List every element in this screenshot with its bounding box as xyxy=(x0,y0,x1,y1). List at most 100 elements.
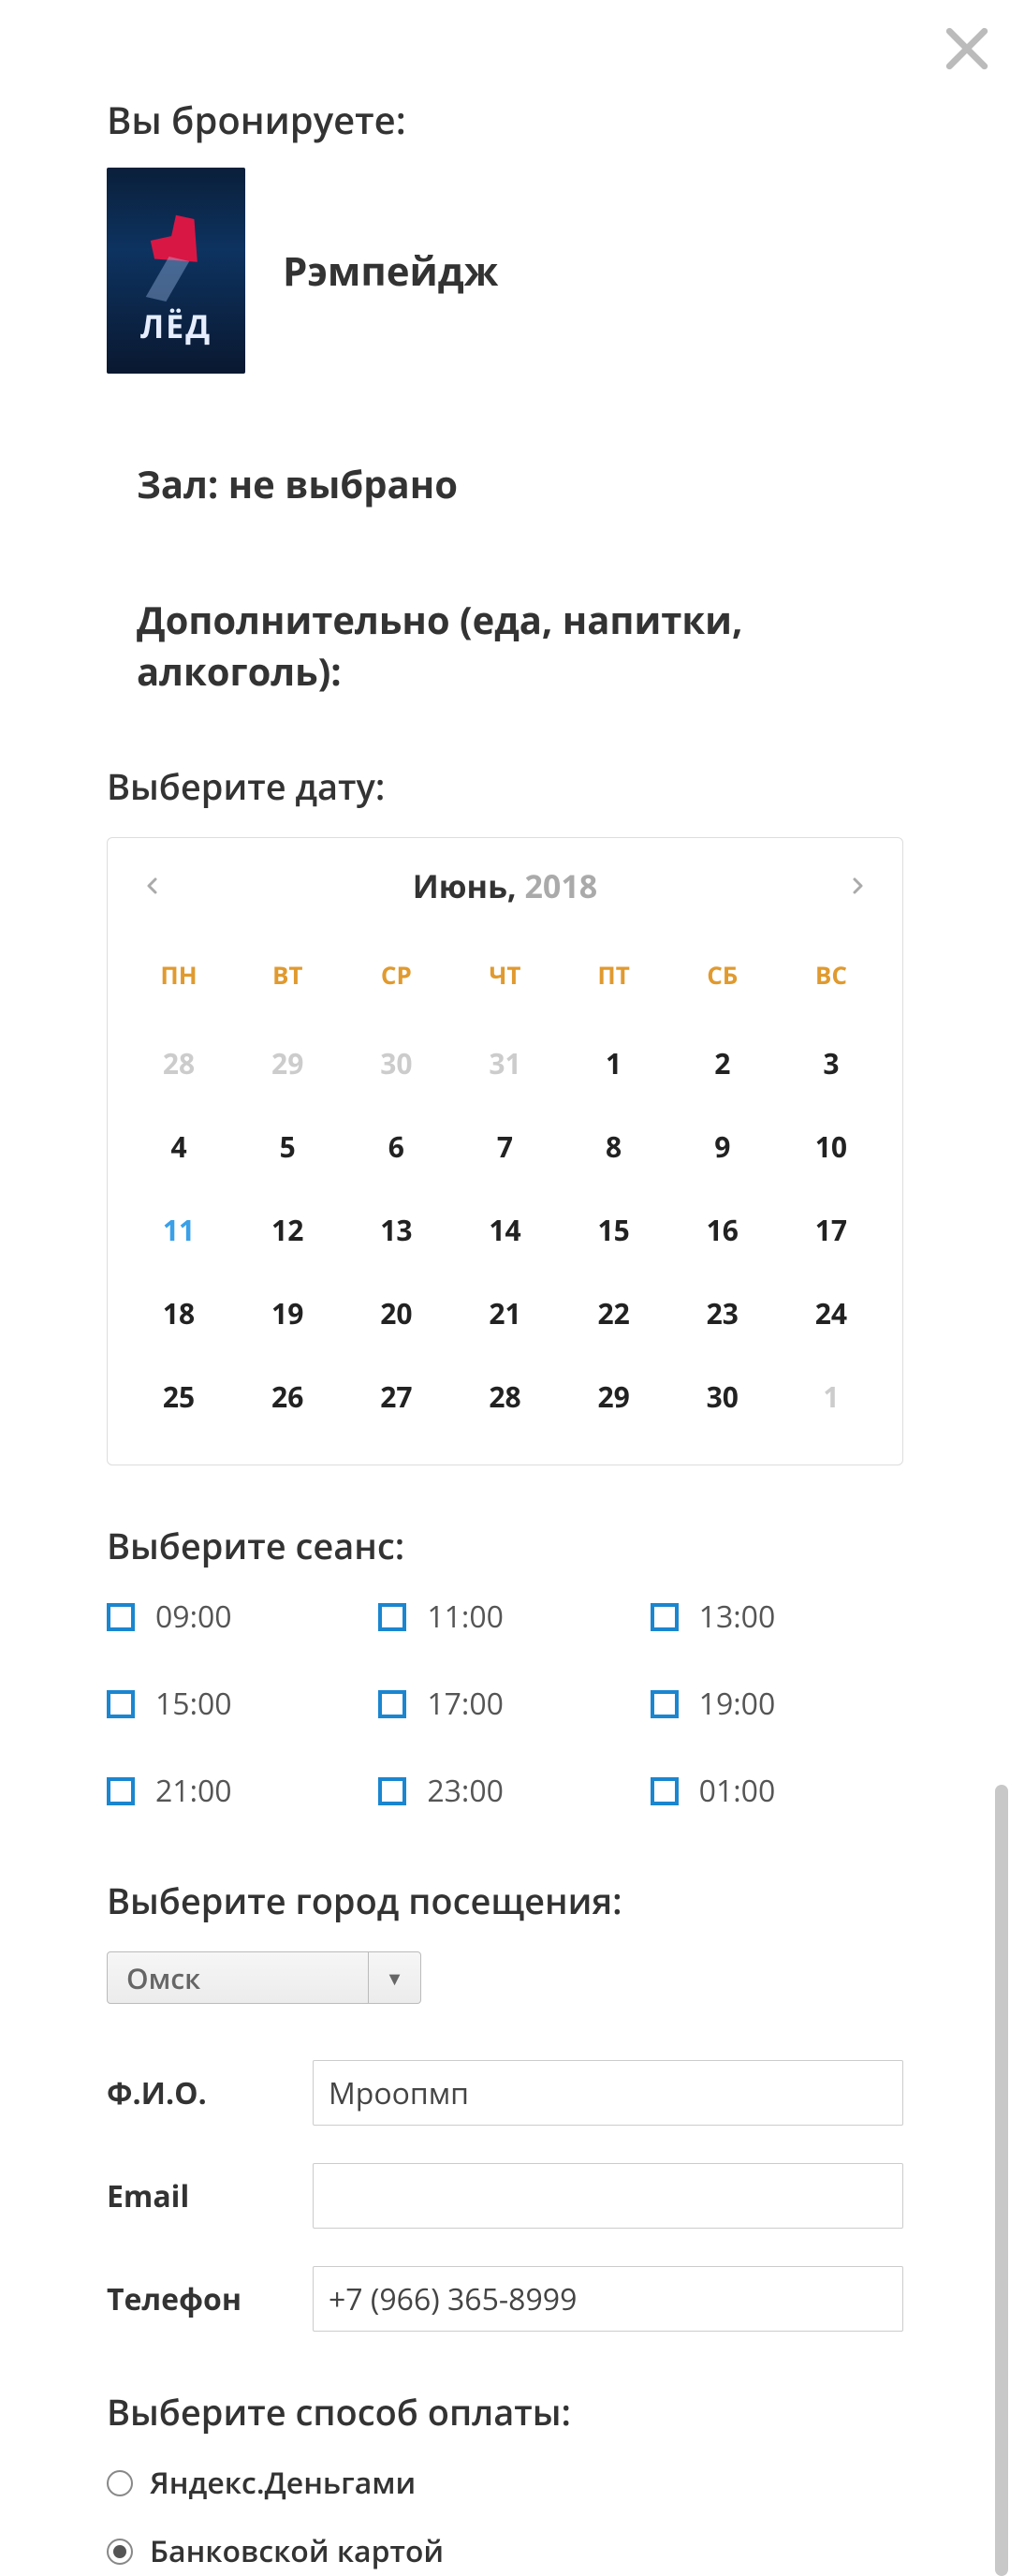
checkbox-icon xyxy=(651,1603,679,1631)
calendar-day[interactable]: 18 xyxy=(124,1272,233,1355)
session-time: 17:00 xyxy=(427,1684,504,1724)
scrollbar-thumb[interactable] xyxy=(995,1785,1008,2576)
session-time: 01:00 xyxy=(699,1771,776,1811)
session-option[interactable]: 13:00 xyxy=(651,1597,903,1637)
calendar-day[interactable]: 8 xyxy=(560,1105,668,1188)
session-option[interactable]: 17:00 xyxy=(378,1684,631,1724)
session-option[interactable]: 19:00 xyxy=(651,1684,903,1724)
calendar-day[interactable]: 10 xyxy=(777,1105,886,1188)
payment-option[interactable]: Банковской картой xyxy=(107,2531,903,2571)
session-option[interactable]: 11:00 xyxy=(378,1597,631,1637)
calendar-dow: ПТ xyxy=(560,945,668,1022)
city-select-value: Омск xyxy=(108,1959,368,1997)
calendar-day[interactable]: 30 xyxy=(342,1022,450,1105)
calendar-day[interactable]: 1 xyxy=(777,1355,886,1438)
booking-title: Вы бронируете: xyxy=(107,94,903,145)
calendar-prev-button[interactable] xyxy=(141,875,164,897)
calendar-day[interactable]: 12 xyxy=(233,1188,342,1272)
radio-icon xyxy=(107,2539,133,2565)
session-option[interactable]: 09:00 xyxy=(107,1597,359,1637)
calendar-day[interactable]: 25 xyxy=(124,1355,233,1438)
session-time: 11:00 xyxy=(427,1597,504,1637)
movie-title: Рэмпейдж xyxy=(283,244,498,298)
movie-poster: ЛЁД xyxy=(107,168,245,374)
session-time: 09:00 xyxy=(155,1597,232,1637)
calendar-day[interactable]: 28 xyxy=(124,1022,233,1105)
calendar-day[interactable]: 7 xyxy=(450,1105,559,1188)
radio-icon xyxy=(107,2470,133,2496)
session-time: 23:00 xyxy=(427,1771,504,1811)
poster-text: ЛЁД xyxy=(107,304,245,347)
calendar-month: Июнь, 2018 xyxy=(413,864,598,907)
session-option[interactable]: 01:00 xyxy=(651,1771,903,1811)
calendar-day[interactable]: 13 xyxy=(342,1188,450,1272)
payment-option-label: Банковской картой xyxy=(150,2531,444,2571)
close-button[interactable] xyxy=(941,22,993,75)
scrollbar[interactable] xyxy=(993,1785,1010,2576)
session-option[interactable]: 21:00 xyxy=(107,1771,359,1811)
session-time: 15:00 xyxy=(155,1684,232,1724)
calendar-dow: СР xyxy=(342,945,450,1022)
chevron-right-icon xyxy=(846,875,869,897)
calendar-day[interactable]: 9 xyxy=(668,1105,777,1188)
session-option[interactable]: 23:00 xyxy=(378,1771,631,1811)
calendar-day[interactable]: 4 xyxy=(124,1105,233,1188)
checkbox-icon xyxy=(378,1777,406,1805)
calendar-day[interactable]: 14 xyxy=(450,1188,559,1272)
session-option[interactable]: 15:00 xyxy=(107,1684,359,1724)
calendar-day[interactable]: 23 xyxy=(668,1272,777,1355)
session-time: 19:00 xyxy=(699,1684,776,1724)
checkbox-icon xyxy=(651,1690,679,1718)
checkbox-icon xyxy=(651,1777,679,1805)
calendar-day[interactable]: 20 xyxy=(342,1272,450,1355)
calendar-day[interactable]: 16 xyxy=(668,1188,777,1272)
session-time: 21:00 xyxy=(155,1771,232,1811)
calendar-day[interactable]: 26 xyxy=(233,1355,342,1438)
select-city-title: Выберите город посещения: xyxy=(107,1877,903,1925)
calendar-day[interactable]: 31 xyxy=(450,1022,559,1105)
calendar-day[interactable]: 2 xyxy=(668,1022,777,1105)
calendar-day[interactable]: 3 xyxy=(777,1022,886,1105)
calendar-dow: ЧТ xyxy=(450,945,559,1022)
calendar-day[interactable]: 29 xyxy=(233,1022,342,1105)
calendar-day[interactable]: 27 xyxy=(342,1355,450,1438)
calendar-day[interactable]: 11 xyxy=(124,1188,233,1272)
select-date-title: Выберите дату: xyxy=(107,762,903,811)
payment-option[interactable]: Яндекс.Деньгами xyxy=(107,2463,903,2503)
calendar-day[interactable]: 28 xyxy=(450,1355,559,1438)
calendar-day[interactable]: 1 xyxy=(560,1022,668,1105)
checkbox-icon xyxy=(107,1603,135,1631)
email-input[interactable] xyxy=(313,2163,903,2229)
calendar-day[interactable]: 30 xyxy=(668,1355,777,1438)
hall-label: Зал: xyxy=(137,458,218,509)
fio-label: Ф.И.О. xyxy=(107,2073,313,2113)
hall-value: не выбрано xyxy=(228,458,458,509)
calendar-next-button[interactable] xyxy=(846,875,869,897)
calendar-dow: СБ xyxy=(668,945,777,1022)
calendar-day[interactable]: 6 xyxy=(342,1105,450,1188)
calendar-dow: ПН xyxy=(124,945,233,1022)
checkbox-icon xyxy=(378,1690,406,1718)
checkbox-icon xyxy=(107,1690,135,1718)
hall-line: Зал: не выбрано xyxy=(137,458,903,509)
calendar-day[interactable]: 29 xyxy=(560,1355,668,1438)
calendar-day[interactable]: 19 xyxy=(233,1272,342,1355)
fio-input[interactable] xyxy=(313,2060,903,2126)
payment-option-label: Яндекс.Деньгами xyxy=(150,2463,416,2503)
select-session-title: Выберите сеанс: xyxy=(107,1522,903,1570)
calendar-day[interactable]: 15 xyxy=(560,1188,668,1272)
city-select[interactable]: Омск ▼ xyxy=(107,1951,421,2004)
calendar-day[interactable]: 21 xyxy=(450,1272,559,1355)
chevron-left-icon xyxy=(141,875,164,897)
email-label: Email xyxy=(107,2176,313,2216)
calendar-dow: ВС xyxy=(777,945,886,1022)
calendar-month-name: Июнь, xyxy=(413,864,517,907)
calendar-day[interactable]: 24 xyxy=(777,1272,886,1355)
calendar-day[interactable]: 5 xyxy=(233,1105,342,1188)
calendar-day[interactable]: 17 xyxy=(777,1188,886,1272)
phone-input[interactable] xyxy=(313,2266,903,2332)
calendar: Июнь, 2018 ПНВТСРЧТПТСБВС282930311234567… xyxy=(107,837,903,1465)
calendar-day[interactable]: 22 xyxy=(560,1272,668,1355)
session-time: 13:00 xyxy=(699,1597,776,1637)
checkbox-icon xyxy=(378,1603,406,1631)
